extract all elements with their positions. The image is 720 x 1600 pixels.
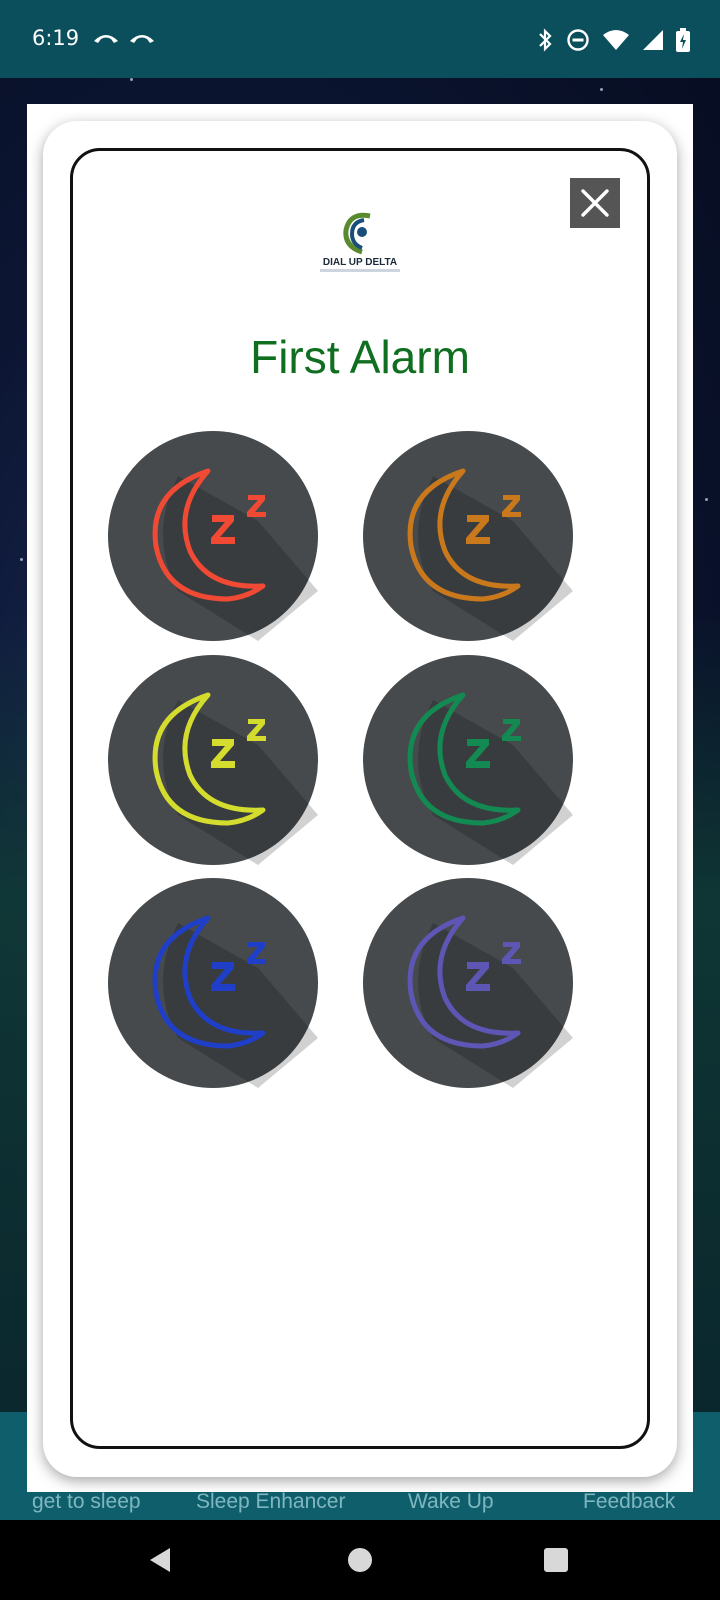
- back-button[interactable]: [120, 1520, 200, 1600]
- dial-up-delta-logo: DIAL UP DELTA: [310, 210, 410, 274]
- alarm-option-yellow-button[interactable]: [108, 655, 318, 865]
- bg-nav-item-get-to-sleep: get to sleep: [32, 1490, 141, 1513]
- status-bar: 6:19: [0, 0, 720, 78]
- sleep-moon-icon: [407, 692, 573, 865]
- star: [130, 78, 133, 81]
- sleep-moon-icon: [152, 468, 318, 641]
- alarm-option-green-button[interactable]: [363, 655, 573, 865]
- alarm-option-orange-button[interactable]: [363, 431, 573, 641]
- back-icon: [150, 1548, 170, 1572]
- missed-call-icon: [94, 35, 118, 43]
- status-icons: [536, 28, 690, 52]
- sleep-moon-icon: [407, 915, 573, 1088]
- alarm-option-purple-button[interactable]: [363, 878, 573, 1088]
- system-nav-bar: [0, 1520, 720, 1600]
- home-icon: [348, 1548, 372, 1572]
- missed-call-icon: [130, 35, 154, 43]
- alarm-option-blue-button[interactable]: [108, 878, 318, 1088]
- sleep-moon-icon: [407, 468, 573, 641]
- wifi-icon: [603, 30, 629, 50]
- battery-charging-icon: [676, 28, 690, 52]
- signal-icon: [643, 30, 663, 50]
- status-time: 6:19: [32, 26, 80, 50]
- bluetooth-icon: [539, 28, 552, 52]
- home-button[interactable]: [320, 1520, 400, 1600]
- alarm-option-red-button[interactable]: [108, 431, 318, 641]
- logo-tagline-mark: [320, 269, 400, 272]
- sleep-moon-icon: [152, 915, 318, 1088]
- recents-button[interactable]: [516, 1520, 596, 1600]
- close-icon: [581, 189, 609, 217]
- bg-nav-item-sleep-enhancer: Sleep Enhancer: [196, 1490, 346, 1513]
- bg-nav-item-feedback: Feedback: [583, 1490, 676, 1513]
- sleep-moon-icon: [152, 692, 318, 865]
- logo-mark-icon: [343, 212, 371, 255]
- close-button[interactable]: [570, 178, 620, 228]
- dialog-title: First Alarm: [250, 331, 470, 383]
- do-not-disturb-icon: [567, 29, 589, 51]
- star: [705, 498, 708, 501]
- bg-nav-item-wake-up: Wake Up: [408, 1490, 494, 1513]
- star: [20, 558, 23, 561]
- logo-text: DIAL UP DELTA: [322, 257, 398, 268]
- star: [600, 88, 603, 91]
- recents-icon: [544, 1548, 568, 1572]
